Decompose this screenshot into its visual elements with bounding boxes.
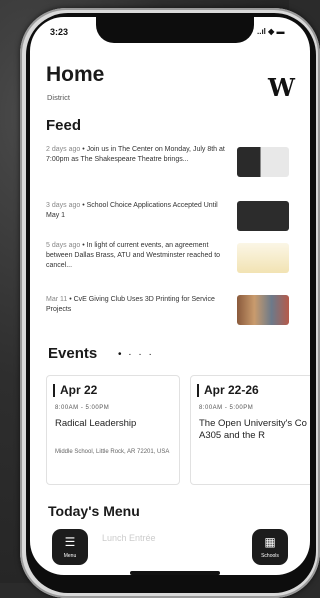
event-name: The Open University's Co A305 and the R xyxy=(199,418,307,441)
status-time: 3:23 xyxy=(50,27,69,37)
todays-menu-title: Today's Menu xyxy=(48,503,140,519)
menu-button[interactable]: ☰ Menu xyxy=(52,529,88,565)
event-card[interactable]: Apr 22-26 8:00AM - 5:00PM The Open Unive… xyxy=(190,375,310,485)
feed-item-text: CvE Giving Club Uses 3D Printing for Ser… xyxy=(46,296,215,313)
feed-item[interactable]: 3 days ago • School Choice Applications … xyxy=(46,201,226,221)
feed-item[interactable]: 5 days ago • In light of current events,… xyxy=(46,241,226,271)
notch xyxy=(96,17,254,43)
hamburger-icon: ☰ xyxy=(64,535,76,549)
event-date: Apr 22-26 xyxy=(197,384,259,397)
feed-thumbnail[interactable] xyxy=(237,295,289,325)
home-indicator[interactable] xyxy=(130,571,220,575)
district-label: District xyxy=(47,93,70,102)
event-location: Middle School, Little Rock, AR 72201, US… xyxy=(55,449,170,455)
page-title: Home xyxy=(46,63,105,86)
feed-title: Feed xyxy=(46,117,82,134)
schools-button-label: Schools xyxy=(261,553,279,559)
events-page-dots: • · · · xyxy=(118,349,154,360)
feed-item[interactable]: Mar 11 • CvE Giving Club Uses 3D Printin… xyxy=(46,295,226,315)
feed-item[interactable]: 2 days ago • Join us in The Center on Mo… xyxy=(46,145,226,165)
schools-button[interactable]: ▦ Schools xyxy=(252,529,288,565)
schools-icon: ▦ xyxy=(264,535,276,549)
event-card[interactable]: Apr 22 8:00AM - 5:00PM Radical Leadershi… xyxy=(46,375,180,485)
feed-thumbnail[interactable] xyxy=(237,201,289,231)
district-logo[interactable]: W xyxy=(268,73,295,102)
event-date: Apr 22 xyxy=(53,384,97,397)
event-name: Radical Leadership xyxy=(55,418,137,429)
feed-item-meta: Mar 11 xyxy=(46,296,68,303)
menu-item-faint: Lunch Entrée xyxy=(102,533,156,543)
event-time: 8:00AM - 5:00PM xyxy=(55,405,110,411)
feed-item-meta: 5 days ago xyxy=(46,242,81,249)
app-screen: 3:23 ..ıl ◆ ▬ Home District W Feed 2 day… xyxy=(30,17,310,575)
events-title: Events xyxy=(48,345,98,362)
feed-item-meta: 2 days ago xyxy=(46,146,81,153)
feed-item-meta: 3 days ago xyxy=(46,202,81,209)
feed-thumbnail[interactable] xyxy=(237,147,289,177)
status-icons: ..ıl ◆ ▬ xyxy=(257,27,285,36)
menu-button-label: Menu xyxy=(63,553,77,559)
feed-thumbnail[interactable] xyxy=(237,243,289,273)
event-time: 8:00AM - 5:00PM xyxy=(199,405,254,411)
